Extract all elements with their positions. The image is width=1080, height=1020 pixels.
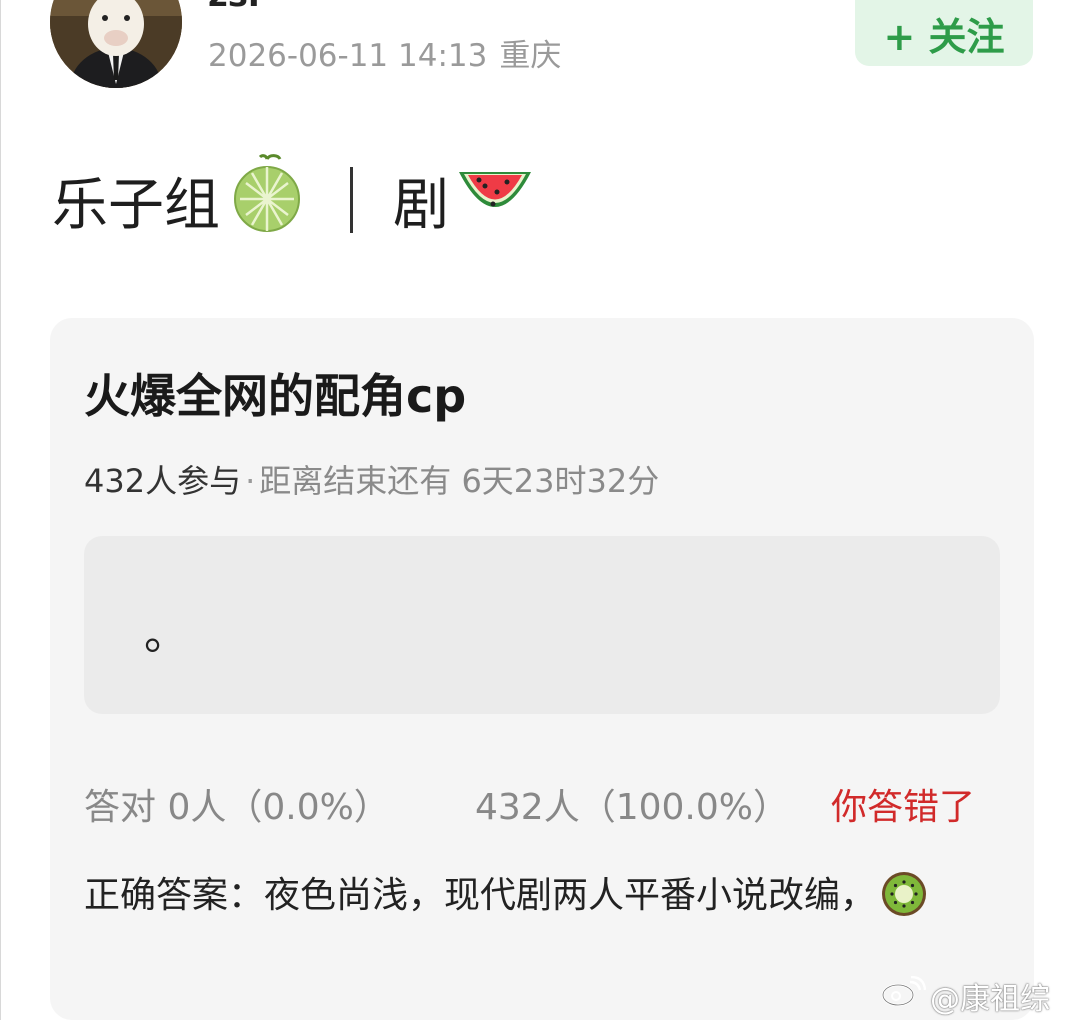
correct-stat: 答对 0人（0.0%） xyxy=(84,787,390,828)
user-name[interactable]: zsr xyxy=(208,0,265,12)
melon-emoji xyxy=(232,153,302,247)
avatar[interactable] xyxy=(50,0,182,88)
post-text-part-1: 乐子组 xyxy=(52,172,220,238)
vertical-separator xyxy=(350,167,353,233)
participant-count: 432人参与 xyxy=(84,462,242,500)
option-text: 。 xyxy=(144,609,188,660)
time-remaining: 距离结束还有 6天23时32分 xyxy=(259,462,660,500)
post-location: 重庆 xyxy=(499,38,562,74)
quiz-title: 火爆全网的配角cp xyxy=(84,369,467,423)
quiz-stats: 答对 0人（0.0%） 432人（100.0%） 你答错了 xyxy=(84,778,1000,830)
weibo-icon xyxy=(880,975,927,1016)
quiz-option[interactable]: 。 xyxy=(84,536,1000,714)
quiz-meta: 432人参与 · 距离结束还有 6天23时32分 xyxy=(84,456,659,502)
correct-answer-text: 正确答案：夜色尚浅，现代剧两人平番小说改编， xyxy=(84,875,877,916)
post-meta: 2026-06-11 14:13 重庆 xyxy=(208,36,561,76)
post-timestamp: 2026-06-11 14:13 xyxy=(208,38,488,74)
correct-answer: 正确答案：夜色尚浅，现代剧两人平番小说改编， xyxy=(84,866,964,927)
post-text: 乐子组 剧 xyxy=(52,154,535,242)
watermark-text: @康祖综 xyxy=(930,982,1050,1017)
quiz-card[interactable]: 火爆全网的配角cp 432人参与 · 距离结束还有 6天23时32分 。 答对 0人… xyxy=(50,318,1034,1020)
meta-separator: · xyxy=(245,462,256,500)
follow-button[interactable]: + 关注 xyxy=(855,0,1033,66)
result-message: 你答错了 xyxy=(831,787,976,828)
post-text-part-2: 剧 xyxy=(393,172,449,238)
weibo-watermark: @康祖综 xyxy=(880,975,1050,1017)
watermelon-emoji xyxy=(455,158,535,242)
wrong-stat: 432人（100.0%） xyxy=(475,787,789,828)
kiwi-emoji xyxy=(880,867,928,927)
left-border xyxy=(0,0,1,1020)
